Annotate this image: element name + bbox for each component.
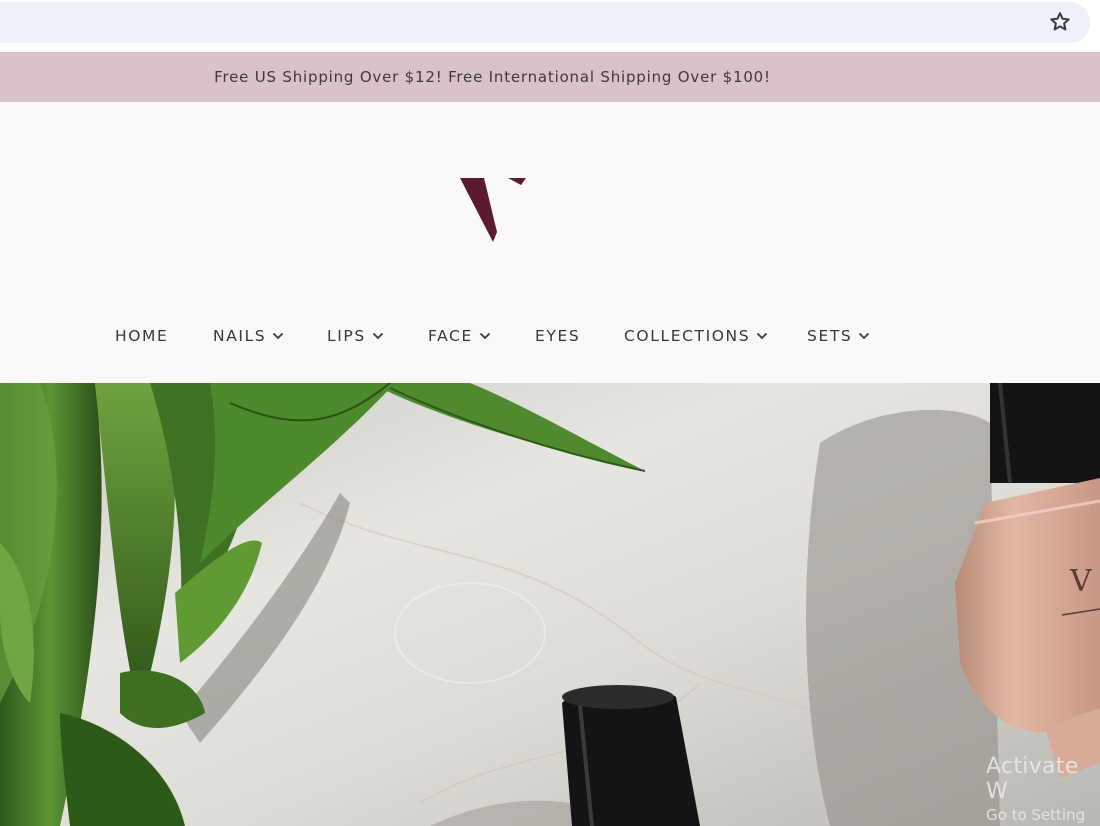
bottle-logo: V [1069,564,1093,599]
nav-collections[interactable]: COLLECTIONS [624,321,768,351]
nav-home[interactable]: HOME [115,321,168,351]
nav-sets-label: SETS [807,327,853,345]
nav-eyes-label: EYES [535,327,581,345]
nav-lips-label: LIPS [327,327,366,345]
site-header: HOME NAILS LIPS FACE EYES COLLECTIONS SE… [0,102,1100,383]
nav-home-label: HOME [115,327,169,345]
nav-face-label: FACE [428,327,473,345]
star-outline-icon[interactable] [1048,10,1072,34]
announcement-text: Free US Shipping Over $12! Free Internat… [214,68,771,86]
chevron-down-icon [757,332,768,340]
nav-collections-label: COLLECTIONS [624,327,751,345]
chevron-down-icon [372,332,383,340]
hero-banner[interactable]: V [0,383,1100,826]
chevron-down-icon [859,332,870,340]
hero-image: V [0,383,1100,826]
chevron-down-icon [479,332,490,340]
address-bar[interactable] [0,2,1090,43]
nav-nails-label: NAILS [213,327,267,345]
nav-face[interactable]: FACE [428,321,491,351]
nav-sets[interactable]: SETS [807,321,870,351]
nav-nails[interactable]: NAILS [213,321,284,351]
chevron-down-icon [273,332,284,340]
nav-lips[interactable]: LIPS [327,321,384,351]
announcement-bar: Free US Shipping Over $12! Free Internat… [0,52,1100,102]
browser-toolbar [0,0,1100,48]
brand-logo[interactable] [456,178,530,246]
nav-eyes[interactable]: EYES [535,321,580,351]
main-navigation: HOME NAILS LIPS FACE EYES COLLECTIONS SE… [0,321,1100,351]
